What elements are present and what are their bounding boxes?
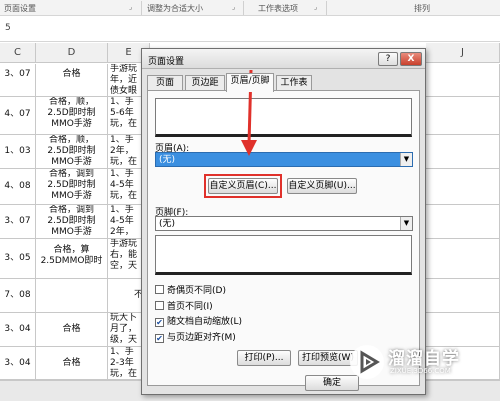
cell-c[interactable]: 3、04 <box>0 347 36 380</box>
dialog-titlebar[interactable]: 页面设置 ? X <box>142 49 425 69</box>
cell-c[interactable]: 4、08 <box>0 169 36 205</box>
chevron-down-icon[interactable]: ▼ <box>400 217 412 230</box>
cell-d[interactable]: 合格 <box>36 313 108 347</box>
cell-d[interactable]: 合格，顺， 2.5D即时制 MMO手游 <box>36 135 108 169</box>
name-box-value: 5 <box>5 23 11 33</box>
cell-j[interactable] <box>426 97 500 135</box>
watermark-name: 溜溜自学 <box>388 349 460 369</box>
ribbon-separator <box>243 1 244 15</box>
spreadsheet-grid: 3、07 合格 手游玩 年，近 债女眼 4、07 合格，顺， 2.5D即时制 M… <box>0 64 150 380</box>
ribbon-strip: 页面设置 ⌟ 调整为合适大小 ⌟ 工作表选项 ⌟ 排列 <box>0 0 500 16</box>
checkbox-odd-even[interactable]: 奇偶页不同(D) <box>155 285 226 296</box>
formula-bar[interactable]: 5 <box>0 17 500 42</box>
watermark-url: ZIXUE.3D66.COM <box>390 367 451 375</box>
footer-preview <box>155 235 412 275</box>
sheet-options-launcher-icon[interactable]: ⌟ <box>314 4 321 11</box>
cell-j[interactable] <box>426 205 500 239</box>
column-header-c[interactable]: C <box>0 43 36 63</box>
cell-d[interactable]: 合格 <box>36 64 108 97</box>
cell-j[interactable] <box>426 279 500 313</box>
dialog-title: 页面设置 <box>148 57 185 67</box>
spreadsheet-grid-right[interactable] <box>426 64 500 380</box>
highlight-box <box>204 174 282 198</box>
checkbox-align-margins[interactable]: ✔ 与页边距对齐(M) <box>155 333 236 343</box>
ribbon-group-sheet-options: 工作表选项 <box>258 4 298 13</box>
close-button[interactable]: X <box>400 52 422 66</box>
cell-d[interactable]: 合格 <box>36 347 108 380</box>
custom-footer-button[interactable]: 自定义页脚(U)... <box>287 178 357 194</box>
column-header-d[interactable]: D <box>36 43 108 63</box>
ribbon-separator <box>141 1 142 15</box>
cell-j[interactable] <box>426 135 500 169</box>
cell-j[interactable] <box>426 239 500 279</box>
checkmark-icon[interactable]: ✔ <box>155 318 164 327</box>
cell-d[interactable] <box>36 279 108 313</box>
watermark-logo-icon <box>350 345 384 379</box>
ribbon-group-arrange: 排列 <box>414 4 430 13</box>
column-header-j[interactable]: J <box>426 43 500 63</box>
cell-j[interactable] <box>426 64 500 97</box>
footer-select[interactable]: (无) ▼ <box>155 216 413 231</box>
checkbox-box[interactable] <box>155 285 164 294</box>
checkbox-scale-with-doc[interactable]: ✔ 随文档自动缩放(L) <box>155 317 242 327</box>
watermark: 溜溜自学 ZIXUE.3D66.COM <box>344 342 494 386</box>
scale-to-fit-launcher-icon[interactable]: ⌟ <box>232 4 239 11</box>
tab-header-footer[interactable]: 页眉/页脚 <box>226 73 274 92</box>
ribbon-group-page-setup: 页面设置 <box>4 4 36 13</box>
header-select[interactable]: (无) ▼ <box>155 152 413 167</box>
cell-c[interactable]: 1、03 <box>0 135 36 169</box>
cell-j[interactable] <box>426 169 500 205</box>
ribbon-group-scale-to-fit: 调整为合适大小 <box>147 4 203 13</box>
cell-c[interactable]: 3、04 <box>0 313 36 347</box>
cell-d[interactable]: 合格，算 2.5DMMO即时 <box>36 239 108 279</box>
checkbox-first-page[interactable]: 首页不同(I) <box>155 301 213 312</box>
cell-c[interactable]: 7、08 <box>0 279 36 313</box>
chevron-down-icon[interactable]: ▼ <box>400 153 412 166</box>
cell-c[interactable]: 3、07 <box>0 205 36 239</box>
tab-page[interactable]: 页面 <box>147 75 183 91</box>
cell-c[interactable]: 4、07 <box>0 97 36 135</box>
cell-d[interactable]: 合格，调到 2.5D即时制 MMO手游 <box>36 205 108 239</box>
tab-margins[interactable]: 页边距 <box>185 75 225 91</box>
checkmark-icon[interactable]: ✔ <box>155 334 164 343</box>
help-button[interactable]: ? <box>378 52 398 66</box>
cell-c[interactable]: 3、07 <box>0 64 36 97</box>
cell-d[interactable]: 合格，顺， 2.5D即时制 MMO手游 <box>36 97 108 135</box>
page-setup-launcher-icon[interactable]: ⌟ <box>129 4 136 11</box>
cell-c[interactable]: 3、05 <box>0 239 36 279</box>
ribbon-separator <box>326 1 327 15</box>
cell-d[interactable]: 合格，调到 2.5D即时制 MMO手游 <box>36 169 108 205</box>
header-preview <box>155 98 412 137</box>
checkbox-box[interactable] <box>155 301 164 310</box>
tab-sheet[interactable]: 工作表 <box>276 75 312 91</box>
print-button[interactable]: 打印(P)... <box>237 350 291 366</box>
